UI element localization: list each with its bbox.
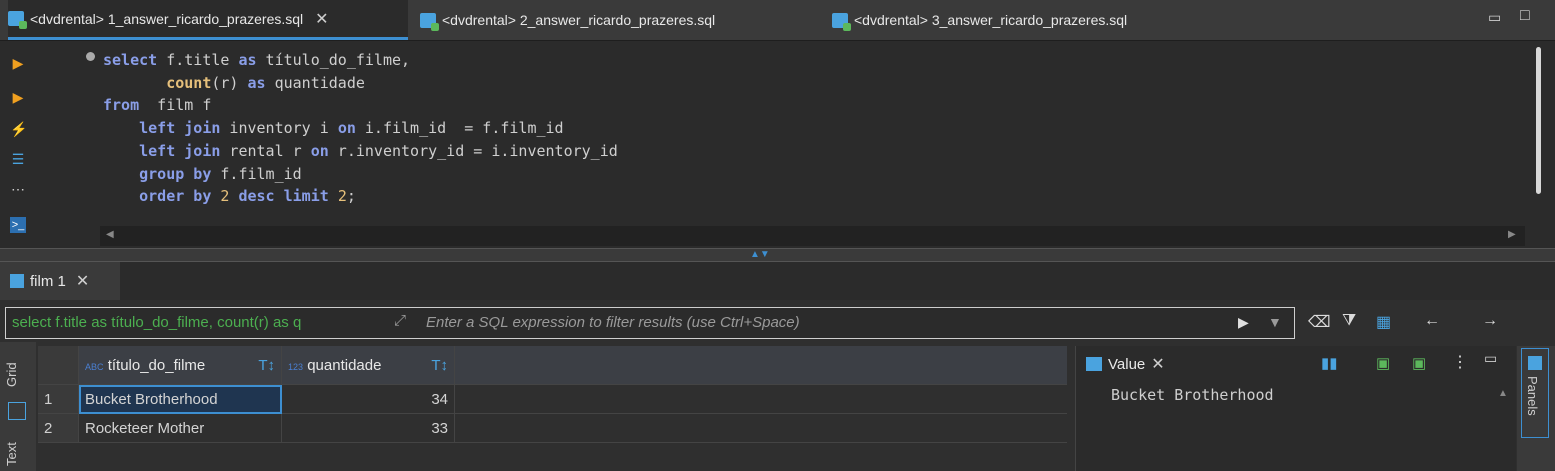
panels-icon <box>1528 356 1542 370</box>
editor-scroll-thumb[interactable] <box>1536 47 1541 194</box>
collapse-up-icon[interactable]: ▲▼ <box>750 249 770 260</box>
panels-sidebar: Panels <box>1517 346 1555 471</box>
sql-editor[interactable]: select f.title as título_do_filme, count… <box>40 41 1525 226</box>
content-viewer-icon[interactable]: ▮▮ <box>1321 354 1338 372</box>
value-viewer-icon <box>1086 357 1102 371</box>
save-icon[interactable]: ▣ <box>1376 354 1390 372</box>
close-icon[interactable]: ✕ <box>1151 354 1164 374</box>
tab-1-answer[interactable]: <dvdrental> 1_answer_ricardo_prazeres.sq… <box>8 0 408 40</box>
results-tab[interactable]: film 1 ✕ <box>0 262 120 300</box>
value-content[interactable]: Bucket Brotherhood <box>1111 386 1274 404</box>
minimize-icon[interactable]: ▭ <box>1484 350 1497 367</box>
maximize-icon[interactable]: □ <box>1520 7 1530 25</box>
empty-header <box>454 346 1067 385</box>
editor-toolbar: ▶ ▶ ⚡ ☰ ⋯ >_ <box>0 41 40 248</box>
table-icon <box>10 274 24 288</box>
row-number-header <box>38 346 79 385</box>
execute-statement-icon[interactable]: ▶ <box>10 55 26 71</box>
grid-view-tab[interactable]: Grid <box>4 352 32 397</box>
panels-label: Panels <box>1525 376 1540 416</box>
text-view-tab[interactable]: Text <box>4 437 32 471</box>
scroll-right-icon[interactable]: ▶ <box>1508 229 1516 240</box>
menu-icon[interactable]: ⋮ <box>1452 352 1468 372</box>
more-icon[interactable]: ⋯ <box>10 181 26 197</box>
statement-marker-icon <box>86 52 95 61</box>
string-type-icon: ABC <box>85 361 104 372</box>
sort-filter-icon[interactable]: T↕ <box>431 357 448 374</box>
database-script-icon <box>8 11 27 29</box>
results-grid: ABC título_do_filme T↕ 123 quantidade T↕… <box>38 346 1067 443</box>
value-panel-title: Value <box>1108 355 1146 373</box>
code-line-1: select f.title as título_do_filme, <box>103 51 411 69</box>
grid-header: ABC título_do_filme T↕ 123 quantidade T↕ <box>38 346 1067 385</box>
database-script-icon <box>832 12 851 31</box>
editor-horizontal-scrollbar[interactable]: ◀ ▶ <box>100 226 1525 246</box>
row-number: 1 <box>38 384 79 414</box>
code-line-2: count(r) as quantidade <box>166 74 365 92</box>
code-line-7: order by 2 desc limit 2; <box>139 187 356 205</box>
filter-history-icon[interactable]: ▼ <box>1268 314 1282 330</box>
expand-icon[interactable]: ⤢ <box>394 312 406 329</box>
tab-label: <dvdrental> 1_answer_ricardo_prazeres.sq… <box>30 10 304 27</box>
column-header-quantidade[interactable]: 123 quantidade T↕ <box>281 346 455 385</box>
panel-splitter[interactable]: ▲▼ <box>0 248 1555 262</box>
cell-title[interactable]: Bucket Brotherhood <box>78 384 282 414</box>
column-label: quantidade <box>307 356 382 374</box>
explain-plan-icon[interactable]: ☰ <box>10 151 26 167</box>
close-icon[interactable]: ✕ <box>76 271 89 291</box>
tab-3-answer[interactable]: <dvdrental> 3_answer_ricardo_prazeres.sq… <box>832 0 1212 40</box>
filter-settings-icon[interactable]: ⧩ <box>1342 312 1356 330</box>
value-panel: Value ✕ ▮▮ ▣ ▣ ⋮ ▭ Bucket Brotherhood ▲ <box>1075 346 1516 471</box>
empty-cell <box>454 413 1067 443</box>
cell-quantidade[interactable]: 33 <box>281 413 455 443</box>
tab-2-answer[interactable]: <dvdrental> 2_answer_ricardo_prazeres.sq… <box>420 0 800 40</box>
terminal-icon[interactable]: >_ <box>10 217 26 233</box>
filter-bar[interactable]: select f.title as título_do_filme, count… <box>5 307 1295 339</box>
cell-quantidade[interactable]: 34 <box>281 384 455 414</box>
tab-label: <dvdrental> 2_answer_ricardo_prazeres.sq… <box>442 12 716 28</box>
table-row[interactable]: 2 Rocketeer Mother 33 <box>38 413 1067 443</box>
scroll-left-icon[interactable]: ◀ <box>106 229 114 240</box>
minimize-icon[interactable]: ▭ <box>1488 9 1501 26</box>
execute-script-icon[interactable]: ⚡ <box>10 121 27 137</box>
editor-tab-bar: <dvdrental> 1_answer_ricardo_prazeres.sq… <box>0 0 1555 41</box>
empty-cell <box>454 384 1067 414</box>
table-row[interactable]: 1 Bucket Brotherhood 34 <box>38 384 1067 414</box>
value-panel-tab[interactable]: Value ✕ <box>1086 354 1165 374</box>
code-line-6: group by f.film_id <box>139 165 302 183</box>
database-script-icon <box>420 12 439 31</box>
column-header-titulo[interactable]: ABC título_do_filme T↕ <box>78 346 282 385</box>
view-switcher: Grid Text <box>0 342 36 471</box>
tab-label: <dvdrental> 3_answer_ricardo_prazeres.sq… <box>854 12 1128 28</box>
column-label: título_do_filme <box>107 356 206 374</box>
code-line-4: left join inventory i on i.film_id = f.f… <box>139 119 564 137</box>
filter-query-text: select f.title as título_do_filme, count… <box>12 314 302 331</box>
apply-filter-icon[interactable]: ▶ <box>1238 314 1249 331</box>
close-icon[interactable]: ✕ <box>315 9 328 29</box>
results-tab-label: film 1 <box>30 272 66 290</box>
code-line-5: left join rental r on r.inventory_id = i… <box>139 142 618 160</box>
erase-filter-icon[interactable]: ⌫ <box>1308 312 1331 332</box>
execute-new-tab-icon[interactable]: ▶ <box>10 89 26 105</box>
number-type-icon: 123 <box>288 361 304 372</box>
forward-icon[interactable]: → <box>1482 312 1498 330</box>
back-icon[interactable]: ← <box>1424 312 1440 330</box>
filter-config-icon[interactable]: ▦ <box>1376 312 1391 332</box>
grid-icon[interactable] <box>8 402 26 420</box>
cell-title[interactable]: Rocketeer Mother <box>78 413 282 443</box>
scroll-up-icon[interactable]: ▲ <box>1498 388 1508 399</box>
filter-input[interactable]: Enter a SQL expression to filter results… <box>426 314 800 331</box>
save-to-file-icon[interactable]: ▣ <box>1412 354 1426 372</box>
code-line-3: from film f <box>103 96 212 114</box>
sort-filter-icon[interactable]: T↕ <box>258 357 275 374</box>
row-number: 2 <box>38 413 79 443</box>
